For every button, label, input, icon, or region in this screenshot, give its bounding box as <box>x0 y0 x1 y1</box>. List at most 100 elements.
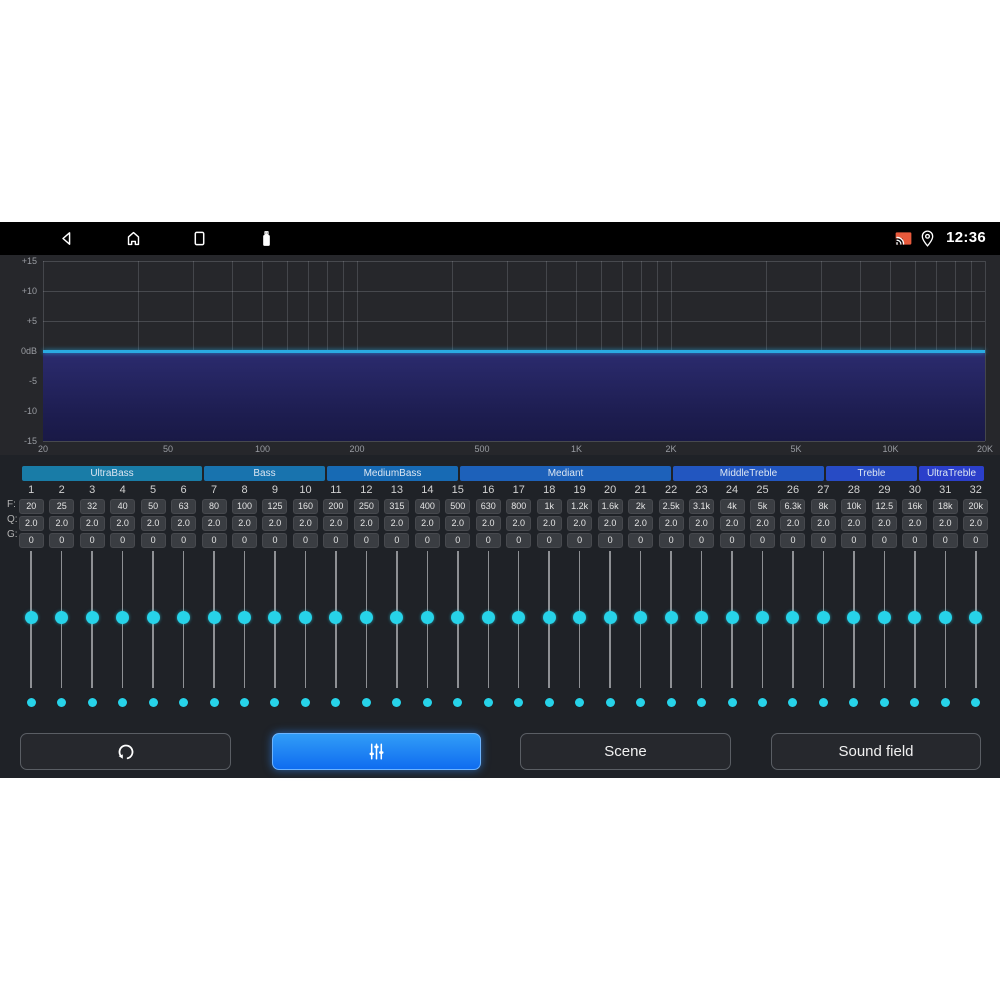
home-icon[interactable] <box>123 228 144 249</box>
gain-slider[interactable] <box>961 551 991 688</box>
slider-knob[interactable] <box>238 611 252 624</box>
q-value-chip[interactable]: 2.0 <box>445 516 471 531</box>
q-value-chip[interactable]: 2.0 <box>414 516 440 531</box>
slider-knob[interactable] <box>24 611 38 624</box>
slider-knob[interactable] <box>481 611 495 624</box>
g-value-chip[interactable]: 0 <box>902 533 928 548</box>
g-value-chip[interactable]: 0 <box>536 533 562 548</box>
f-value-chip[interactable]: 20 <box>18 499 44 514</box>
slider-knob[interactable] <box>329 611 343 624</box>
f-value-chip[interactable]: 80 <box>201 499 227 514</box>
g-value-chip[interactable]: 0 <box>628 533 654 548</box>
f-value-chip[interactable]: 25 <box>49 499 75 514</box>
slider-knob[interactable] <box>908 611 922 624</box>
gain-slider[interactable] <box>808 551 838 688</box>
gain-slider[interactable] <box>717 551 747 688</box>
q-value-chip[interactable]: 2.0 <box>902 516 928 531</box>
slider-knob[interactable] <box>55 611 69 624</box>
q-value-chip[interactable]: 2.0 <box>658 516 684 531</box>
q-value-chip[interactable]: 2.0 <box>49 516 75 531</box>
f-value-chip[interactable]: 2k <box>628 499 654 514</box>
f-value-chip[interactable]: 1k <box>536 499 562 514</box>
gain-slider[interactable] <box>595 551 625 688</box>
q-value-chip[interactable]: 2.0 <box>110 516 136 531</box>
q-value-chip[interactable]: 2.0 <box>323 516 349 531</box>
g-value-chip[interactable]: 0 <box>871 533 897 548</box>
band-dot[interactable] <box>392 698 402 707</box>
band-dot[interactable] <box>148 698 158 707</box>
f-value-chip[interactable]: 2.5k <box>658 499 684 514</box>
q-value-chip[interactable]: 2.0 <box>353 516 379 531</box>
q-value-chip[interactable]: 2.0 <box>963 516 989 531</box>
band-dot[interactable] <box>636 698 646 707</box>
q-value-chip[interactable]: 2.0 <box>689 516 715 531</box>
f-value-chip[interactable]: 63 <box>171 499 197 514</box>
q-value-chip[interactable]: 2.0 <box>780 516 806 531</box>
f-value-chip[interactable]: 18k <box>932 499 958 514</box>
band-dot[interactable] <box>422 698 432 707</box>
gain-slider[interactable] <box>930 551 960 688</box>
f-value-chip[interactable]: 630 <box>475 499 501 514</box>
slider-knob[interactable] <box>177 611 191 624</box>
gain-slider[interactable] <box>138 551 168 688</box>
slider-knob[interactable] <box>146 611 160 624</box>
slider-knob[interactable] <box>451 611 465 624</box>
gain-slider[interactable] <box>290 551 320 688</box>
f-value-chip[interactable]: 32 <box>79 499 105 514</box>
f-value-chip[interactable]: 20k <box>963 499 989 514</box>
f-value-chip[interactable]: 800 <box>506 499 532 514</box>
f-value-chip[interactable]: 250 <box>353 499 379 514</box>
slider-knob[interactable] <box>938 611 952 624</box>
g-value-chip[interactable]: 0 <box>689 533 715 548</box>
f-value-chip[interactable]: 315 <box>384 499 410 514</box>
band-dot[interactable] <box>483 698 493 707</box>
band-dot[interactable] <box>788 698 798 707</box>
f-value-chip[interactable]: 1.6k <box>597 499 623 514</box>
band-dot[interactable] <box>57 698 67 707</box>
slider-knob[interactable] <box>755 611 769 624</box>
q-value-chip[interactable]: 2.0 <box>506 516 532 531</box>
reset-button[interactable] <box>20 733 231 770</box>
q-value-chip[interactable]: 2.0 <box>18 516 44 531</box>
equalizer-button[interactable] <box>272 733 481 770</box>
slider-knob[interactable] <box>816 611 830 624</box>
gain-slider[interactable] <box>16 551 46 688</box>
q-value-chip[interactable]: 2.0 <box>749 516 775 531</box>
gain-slider[interactable] <box>321 551 351 688</box>
q-value-chip[interactable]: 2.0 <box>841 516 867 531</box>
slider-knob[interactable] <box>390 611 404 624</box>
f-value-chip[interactable]: 5k <box>749 499 775 514</box>
gain-slider[interactable] <box>168 551 198 688</box>
f-value-chip[interactable]: 12.5 <box>871 499 898 514</box>
band-dot[interactable] <box>87 698 97 707</box>
g-value-chip[interactable]: 0 <box>262 533 288 548</box>
band-dot[interactable] <box>26 698 36 707</box>
slider-knob[interactable] <box>573 611 587 624</box>
g-value-chip[interactable]: 0 <box>171 533 197 548</box>
q-value-chip[interactable]: 2.0 <box>292 516 318 531</box>
q-value-chip[interactable]: 2.0 <box>536 516 562 531</box>
band-dot[interactable] <box>544 698 554 707</box>
slider-knob[interactable] <box>116 611 130 624</box>
g-value-chip[interactable]: 0 <box>841 533 867 548</box>
slider-knob[interactable] <box>359 611 373 624</box>
gain-slider[interactable] <box>107 551 137 688</box>
gain-slider[interactable] <box>747 551 777 688</box>
band-dot[interactable] <box>209 698 219 707</box>
q-value-chip[interactable]: 2.0 <box>140 516 166 531</box>
g-value-chip[interactable]: 0 <box>140 533 166 548</box>
f-value-chip[interactable]: 160 <box>292 499 318 514</box>
gain-slider[interactable] <box>229 551 259 688</box>
slider-knob[interactable] <box>847 611 861 624</box>
band-dot[interactable] <box>727 698 737 707</box>
band-dot[interactable] <box>757 698 767 707</box>
g-value-chip[interactable]: 0 <box>18 533 44 548</box>
q-value-chip[interactable]: 2.0 <box>628 516 654 531</box>
g-value-chip[interactable]: 0 <box>475 533 501 548</box>
band-dot[interactable] <box>879 698 889 707</box>
band-dot[interactable] <box>179 698 189 707</box>
gain-slider[interactable] <box>351 551 381 688</box>
g-value-chip[interactable]: 0 <box>719 533 745 548</box>
band-dot[interactable] <box>270 698 280 707</box>
f-value-chip[interactable]: 400 <box>414 499 440 514</box>
